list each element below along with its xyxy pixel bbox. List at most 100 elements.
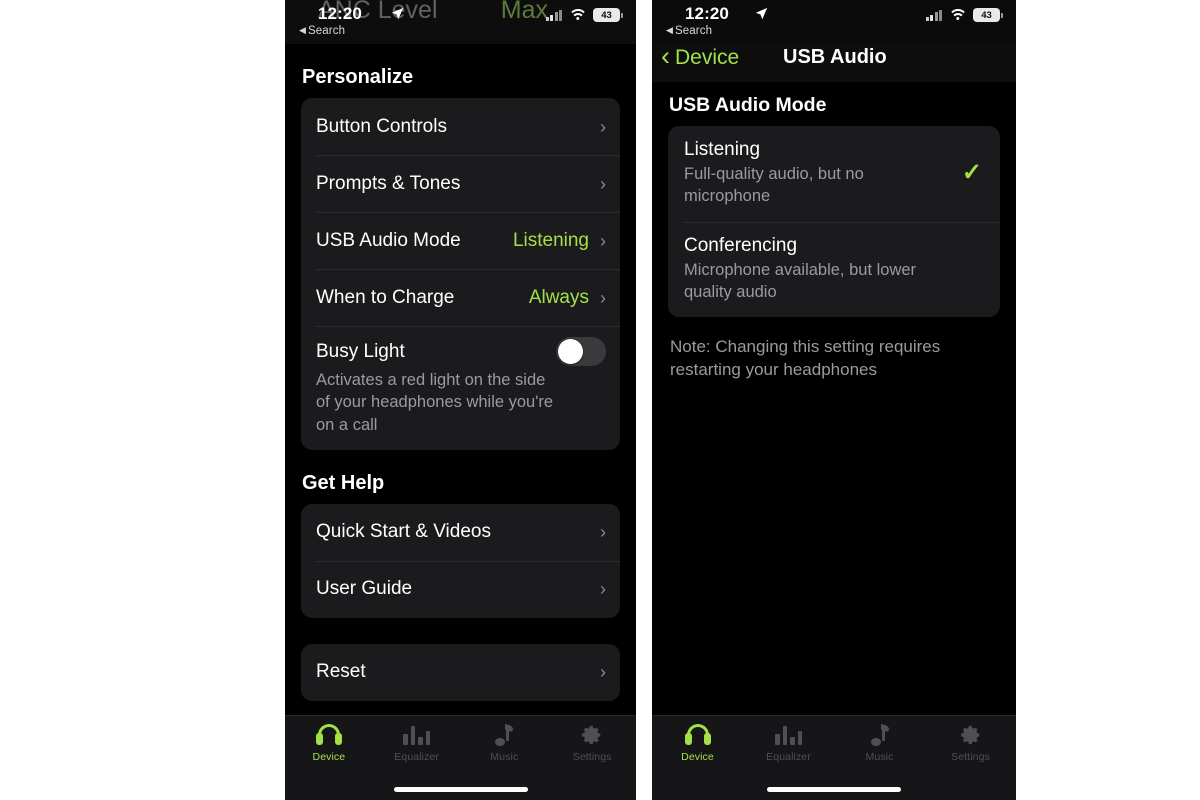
- usb-audio-mode-options-card: Listening Full-quality audio, but no mic…: [668, 126, 1000, 318]
- tab-music[interactable]: Music: [461, 722, 549, 780]
- toggle-knob: [558, 339, 583, 364]
- back-to-app-label: Search: [308, 25, 346, 37]
- row-button-controls[interactable]: Button Controls ›: [301, 98, 620, 155]
- busy-light-description: Activates a red light on the side of you…: [316, 371, 554, 434]
- wifi-icon: [568, 9, 587, 21]
- personalize-card: Button Controls › Prompts & Tones › USB …: [301, 98, 620, 450]
- music-note-icon: [495, 722, 514, 748]
- tab-label: Settings: [951, 751, 990, 763]
- row-label: Reset: [316, 661, 366, 683]
- get-help-card: Quick Start & Videos › User Guide ›: [301, 503, 620, 618]
- battery-icon: 43: [973, 8, 1003, 22]
- equalizer-icon: [775, 722, 802, 748]
- row-label: USB Audio Mode: [316, 229, 461, 251]
- music-note-icon: [870, 722, 889, 748]
- row-label: When to Charge: [316, 286, 455, 308]
- row-usb-audio-mode[interactable]: USB Audio Mode Listening ›: [301, 212, 620, 269]
- busy-light-toggle[interactable]: [556, 337, 606, 366]
- home-indicator[interactable]: [393, 787, 528, 792]
- option-conferencing[interactable]: Conferencing Microphone available, but l…: [668, 221, 1000, 318]
- option-description: Microphone available, but lower quality …: [684, 260, 917, 301]
- tab-equalizer[interactable]: Equalizer: [373, 722, 461, 780]
- tab-device[interactable]: Device: [285, 722, 373, 780]
- location-arrow-icon: [391, 7, 404, 23]
- back-to-search-indicator[interactable]: ◀ Search: [299, 25, 345, 37]
- checkmark-icon: ✓: [961, 159, 982, 187]
- status-bar: 12:20 ◀ Search 43: [652, 0, 1016, 44]
- option-title: Listening: [684, 139, 761, 160]
- row-label: Prompts & Tones: [316, 172, 461, 194]
- back-caret-icon: ◀: [666, 25, 674, 35]
- page-title: USB Audio: [783, 46, 887, 68]
- row-label: Button Controls: [316, 115, 447, 137]
- chevron-right-icon: ›: [600, 662, 606, 683]
- row-busy-light: Busy Light Activates a red light on the …: [301, 326, 620, 450]
- row-value: Listening: [512, 229, 589, 251]
- status-bar: ANC Level Max 12:20 ◀ Search 43: [285, 0, 636, 44]
- option-listening[interactable]: Listening Full-quality audio, but no mic…: [668, 126, 1000, 222]
- row-user-guide[interactable]: User Guide ›: [301, 560, 620, 618]
- busy-light-label: Busy Light: [316, 340, 405, 362]
- option-text: Conferencing Microphone available, but l…: [684, 235, 962, 304]
- back-button-device[interactable]: ‹ Device: [661, 41, 740, 71]
- right-scroll-content: USB Audio Mode Listening Full-quality au…: [652, 94, 1016, 382]
- tab-list: Device Equalizer Music Settings: [285, 716, 636, 780]
- tab-settings[interactable]: Settings: [548, 722, 636, 780]
- tab-list: Device Equalizer Music Settings: [652, 716, 1016, 780]
- reset-card: Reset ›: [301, 643, 620, 701]
- chevron-right-icon: ›: [600, 287, 606, 308]
- chevron-right-icon: ›: [600, 116, 606, 137]
- restart-note: Note: Changing this setting requires res…: [670, 337, 941, 379]
- section-header-get-help: Get Help: [302, 471, 385, 494]
- tab-label: Device: [312, 751, 346, 763]
- status-time: 12:20: [685, 4, 729, 23]
- status-indicators: 43: [925, 8, 1003, 22]
- left-scroll-content: Personalize Button Controls › Prompts & …: [285, 66, 636, 701]
- battery-icon: 43: [593, 8, 623, 22]
- chevron-right-icon: ›: [600, 522, 606, 543]
- row-when-to-charge[interactable]: When to Charge Always ›: [301, 269, 620, 326]
- row-reset[interactable]: Reset ›: [301, 644, 620, 701]
- tab-equalizer[interactable]: Equalizer: [743, 722, 834, 780]
- row-value: Always: [528, 286, 589, 308]
- battery-level-label: 43: [601, 9, 612, 21]
- back-to-app-label: Search: [675, 25, 713, 37]
- chevron-left-icon: ‹: [661, 41, 670, 71]
- gear-icon: [960, 722, 982, 748]
- back-button-label: Device: [675, 45, 740, 69]
- screenshot-stage: ANC Level Max 12:20 ◀ Search 43 Personali…: [0, 0, 1200, 800]
- tab-bar: Device Equalizer Music Settings: [285, 715, 636, 800]
- tab-label: Music: [865, 751, 894, 763]
- row-prompts-and-tones[interactable]: Prompts & Tones ›: [301, 155, 620, 212]
- gear-icon: [581, 722, 603, 748]
- tab-music[interactable]: Music: [834, 722, 925, 780]
- chevron-right-icon: ›: [600, 173, 606, 194]
- location-arrow-icon: [755, 7, 768, 23]
- back-caret-icon: ◀: [299, 25, 307, 35]
- busy-light-header: Busy Light: [316, 337, 606, 366]
- cellular-signal-icon: [925, 9, 942, 21]
- battery-level-label: 43: [981, 9, 992, 21]
- chevron-right-icon: ›: [600, 230, 606, 251]
- wifi-icon: [948, 9, 967, 21]
- status-time: 12:20: [318, 4, 362, 23]
- home-indicator[interactable]: [767, 787, 901, 792]
- tab-label: Equalizer: [766, 751, 811, 763]
- ghost-max-text: Max: [500, 0, 548, 24]
- navigation-bar: ‹ Device USB Audio: [652, 41, 1016, 82]
- option-description: Full-quality audio, but no microphone: [684, 165, 864, 206]
- back-to-search-indicator[interactable]: ◀ Search: [666, 25, 712, 37]
- section-header-personalize: Personalize: [302, 66, 414, 88]
- section-header-usb-audio-mode: USB Audio Mode: [669, 94, 827, 116]
- equalizer-icon: [403, 722, 431, 748]
- tab-settings[interactable]: Settings: [925, 722, 1016, 780]
- row-quick-start-and-videos[interactable]: Quick Start & Videos ›: [301, 504, 620, 561]
- row-label: User Guide: [316, 578, 413, 600]
- option-title: Conferencing: [684, 234, 798, 256]
- tab-label: Music: [490, 751, 519, 763]
- tab-label: Equalizer: [394, 751, 439, 763]
- tab-device[interactable]: Device: [652, 722, 743, 780]
- headphones-icon: [315, 722, 342, 748]
- option-text: Listening Full-quality audio, but no mic…: [684, 139, 962, 208]
